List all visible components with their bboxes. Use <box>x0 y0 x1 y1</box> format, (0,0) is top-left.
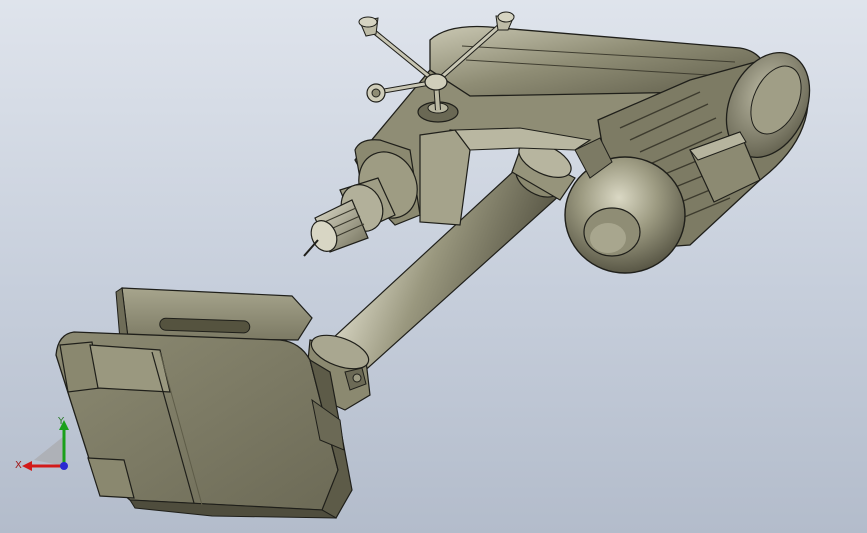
view-triad: Y X <box>12 410 76 480</box>
graphics-viewport[interactable]: Y X <box>0 0 867 533</box>
drill-press-model[interactable] <box>0 0 867 533</box>
y-axis-label: Y <box>57 416 65 427</box>
z-axis-dot <box>60 462 68 470</box>
arrow-left-icon <box>22 461 32 471</box>
chuck[interactable] <box>303 177 396 257</box>
base-table[interactable] <box>55 287 353 519</box>
x-axis-label: X <box>15 460 22 471</box>
